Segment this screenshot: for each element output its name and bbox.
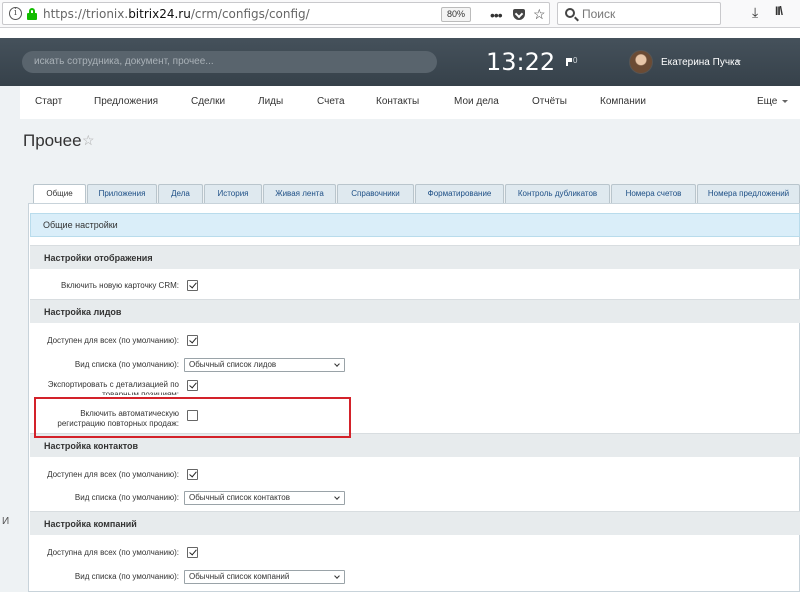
zoom-badge[interactable]: 80% (441, 7, 471, 22)
section-companies-title: Настройка компаний (44, 519, 137, 529)
notification-count: 0 (573, 56, 578, 65)
leads-export-checkbox[interactable] (187, 380, 198, 391)
tab-activities[interactable]: Дела (158, 184, 203, 203)
search-icon (565, 8, 575, 18)
tab-history[interactable]: История (204, 184, 262, 203)
portal-header: искать сотрудника, документ, прочее... 1… (0, 38, 800, 86)
contacts-list-view-label: Вид списка (по умолчанию): (74, 493, 179, 502)
address-bar[interactable]: i https://trionix.bitrix24.ru/crm/config… (2, 2, 550, 25)
chevron-down-icon (334, 494, 340, 500)
tab-duplicate-control[interactable]: Контроль дубликатов (505, 184, 610, 203)
leads-list-view-select[interactable]: Обычный список лидов (184, 358, 345, 372)
chevron-down-icon (334, 361, 340, 367)
page-top-strip (0, 28, 800, 38)
leads-list-view-value: Обычный список лидов (189, 360, 277, 369)
portal-search-placeholder: искать сотрудника, документ, прочее... (34, 56, 214, 67)
general-settings-header: Общие настройки (30, 213, 800, 237)
flag-icon[interactable] (566, 58, 572, 66)
page-actions-icon[interactable]: ••• (490, 7, 503, 23)
companies-available-checkbox[interactable] (187, 547, 198, 558)
menu-item-my-tasks[interactable]: Мои дела (454, 96, 499, 107)
clock[interactable]: 13:22 (486, 48, 555, 76)
leads-list-view-label: Вид списка (по умолчанию): (74, 360, 179, 369)
browser-toolbar: i https://trionix.bitrix24.ru/crm/config… (0, 0, 800, 28)
favorite-star-icon[interactable]: ☆ (82, 132, 95, 149)
left-sidebar-edge: И (0, 86, 20, 592)
url-prefix: https://trionix. (43, 7, 129, 21)
tab-references[interactable]: Справочники (337, 184, 414, 203)
bookmark-star-icon[interactable]: ☆ (533, 6, 546, 23)
new-card-label: Включить новую карточку CRM: (61, 281, 179, 290)
contacts-available-checkbox[interactable] (187, 469, 198, 480)
url-domain: bitrix24.ru (128, 7, 191, 21)
section-display-title: Настройки отображения (44, 253, 153, 263)
download-icon[interactable]: ⤓ (752, 4, 758, 21)
menu-item-offers[interactable]: Предложения (94, 96, 158, 107)
page-title: Прочее (23, 131, 82, 150)
tab-invoice-numbers[interactable]: Номера счетов (611, 184, 696, 203)
browser-search-input[interactable]: Поиск (557, 2, 721, 25)
section-leads-header: Настройка лидов (30, 299, 800, 323)
companies-list-view-label: Вид списка (по умолчанию): (74, 572, 179, 581)
menu-item-invoices[interactable]: Счета (317, 96, 345, 107)
lock-icon[interactable] (27, 8, 37, 20)
top-menu: Старт Предложения Сделки Лиды Счета Конт… (20, 86, 800, 119)
contacts-list-view-value: Обычный список контактов (189, 493, 290, 502)
tab-applications[interactable]: Приложения (87, 184, 157, 203)
general-settings-title: Общие настройки (43, 220, 118, 230)
tab-general[interactable]: Общие (33, 184, 86, 204)
tab-live-feed[interactable]: Живая лента (263, 184, 336, 203)
leads-available-checkbox[interactable] (187, 335, 198, 346)
menu-item-leads[interactable]: Лиды (258, 96, 283, 107)
user-name[interactable]: Екатерина Пучка (661, 57, 740, 68)
new-card-checkbox[interactable] (187, 280, 198, 291)
section-leads-title: Настройка лидов (44, 307, 122, 317)
left-edge-label: И (2, 516, 10, 527)
leads-available-label: Доступен для всех (по умолчанию): (47, 336, 179, 345)
companies-available-label: Доступна для всех (по умолчанию): (47, 548, 179, 557)
section-companies-header: Настройка компаний (30, 511, 800, 535)
section-contacts-title: Настройка контактов (44, 441, 139, 451)
info-icon[interactable]: i (9, 7, 22, 20)
section-display-header: Настройки отображения (30, 245, 800, 269)
companies-list-view-select[interactable]: Обычный список компаний (184, 570, 345, 584)
settings-tabs: Общие Приложения Дела История Живая лент… (33, 184, 800, 204)
tab-formatting[interactable]: Форматирование (415, 184, 504, 203)
avatar[interactable] (629, 50, 653, 74)
chevron-down-icon[interactable] (782, 100, 788, 103)
chevron-down-icon[interactable] (735, 60, 741, 63)
menu-item-reports[interactable]: Отчёты (532, 96, 567, 107)
pocket-icon[interactable] (513, 9, 525, 20)
highlight-annotation (34, 397, 351, 438)
portal-search-input[interactable]: искать сотрудника, документ, прочее... (22, 51, 437, 73)
menu-more-button[interactable]: Еще (757, 96, 777, 107)
library-icon[interactable]: II\ (775, 4, 783, 18)
url-text[interactable]: https://trionix.bitrix24.ru/crm/configs/… (43, 7, 310, 21)
browser-search-placeholder: Поиск (582, 7, 616, 21)
contacts-available-label: Доступен для всех (по умолчанию): (47, 470, 179, 479)
url-path: /crm/configs/config/ (190, 7, 310, 21)
chevron-down-icon (334, 573, 340, 579)
menu-item-start[interactable]: Старт (35, 96, 62, 107)
menu-item-deals[interactable]: Сделки (191, 96, 225, 107)
companies-list-view-value: Обычный список компаний (189, 572, 290, 581)
leads-export-label-line1: Экспортировать с детализацией по (47, 380, 179, 389)
menu-item-contacts[interactable]: Контакты (376, 96, 419, 107)
menu-item-companies[interactable]: Компании (600, 96, 646, 107)
contacts-list-view-select[interactable]: Обычный список контактов (184, 491, 345, 505)
tab-offer-numbers[interactable]: Номера предложений (697, 184, 800, 203)
leads-export-label-line2: товарным позициям: (102, 390, 179, 395)
